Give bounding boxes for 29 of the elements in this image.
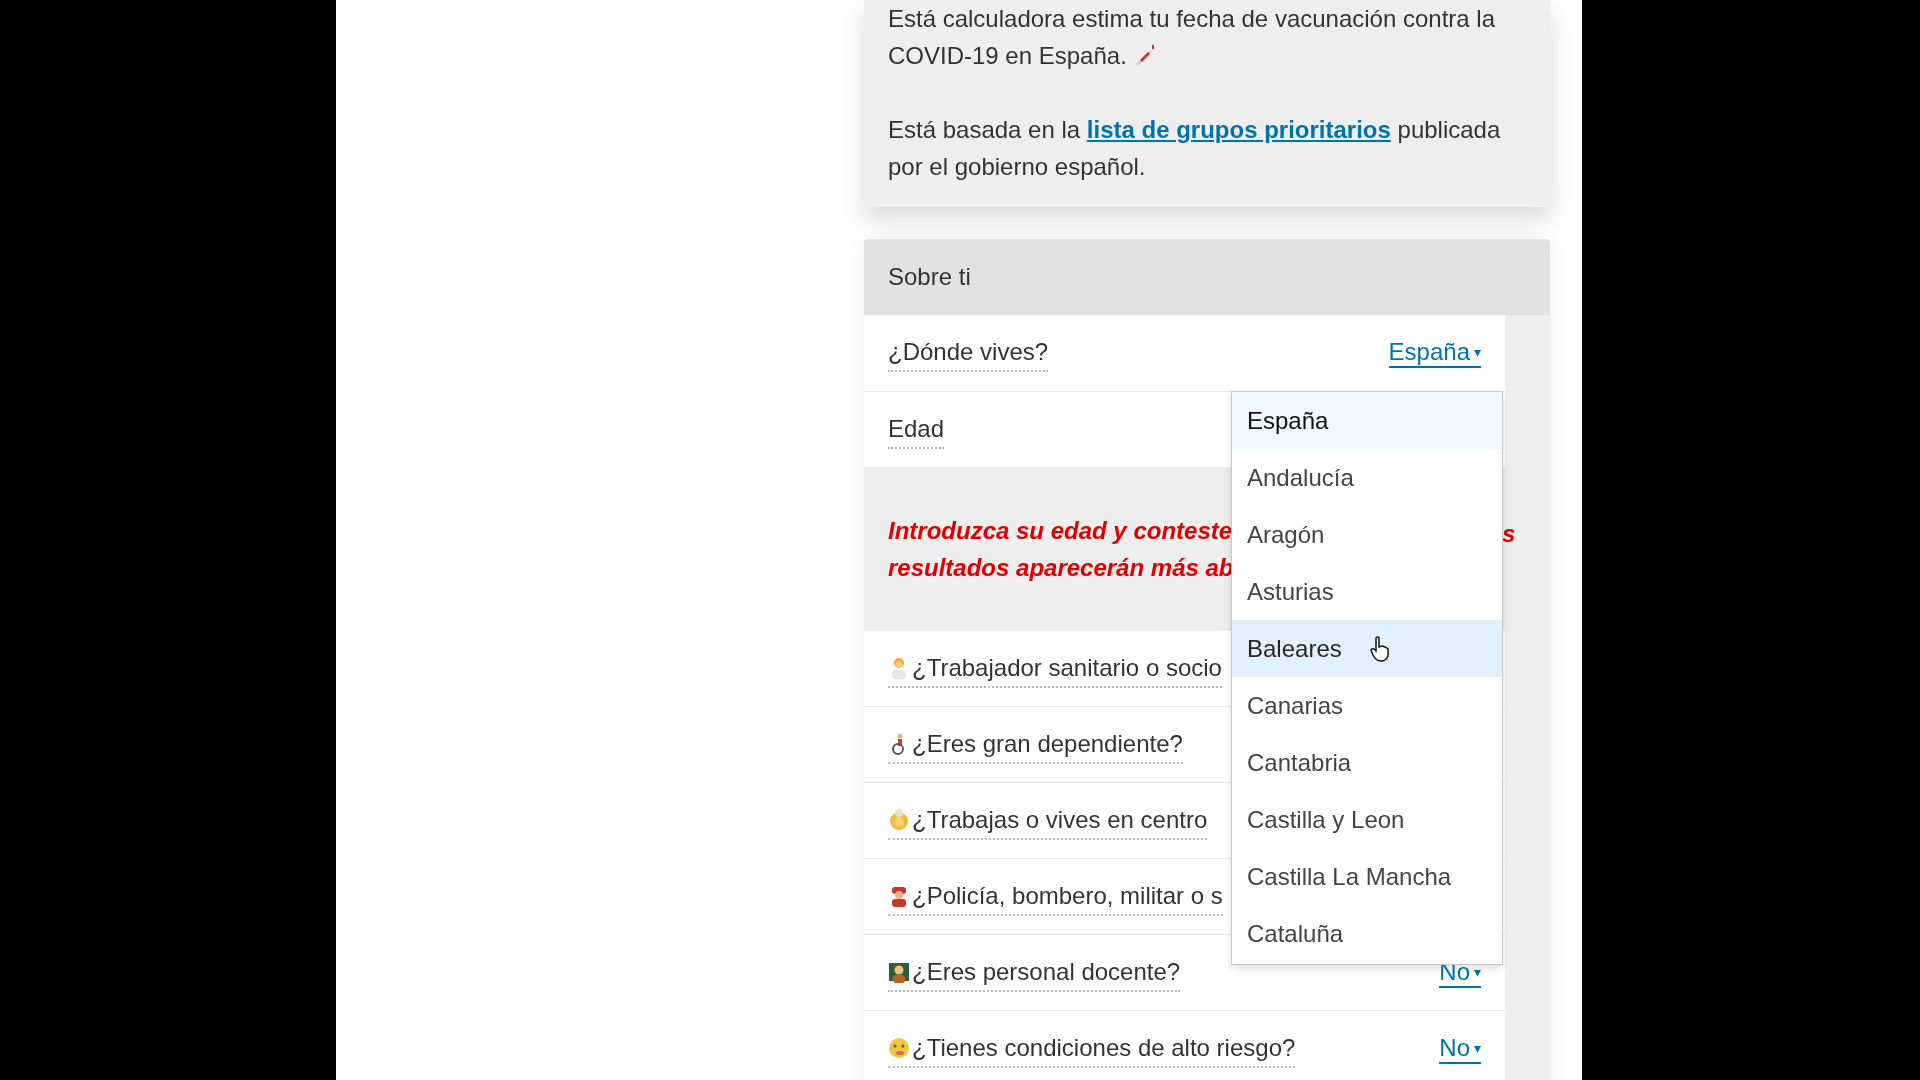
face-icon [888,808,910,831]
intro-text: Está calculadora estima tu fecha de vacunación contra la COVID-19 en España. [888,4,1497,71]
face-icon [888,1036,910,1059]
person-icon [888,960,910,983]
dropdown-option[interactable]: Castilla y Leon [1232,791,1502,848]
section-title: Sobre ti [888,262,971,292]
question-label: Edad [888,410,945,449]
dropdown-option[interactable]: Andalucía [1232,449,1502,506]
dropdown-option[interactable]: Asturias [1232,563,1502,620]
dropdown-option[interactable]: Canarias [1232,677,1502,734]
dropdown-option[interactable]: Baleares [1232,620,1502,677]
dropdown-option[interactable]: Cantabria [1232,734,1502,791]
question-label: ¿Trabajador sanitario o socio [912,652,1222,683]
question-label: ¿Dónde vives? [888,334,1049,372]
intro-text: Está basada en la lista de grupos prioritarios publicada por el gobierno español. [888,115,1502,182]
question-label: ¿Policía, bombero, militar o s [912,880,1223,911]
dropdown-option[interactable]: Aragón [1232,506,1502,563]
question-label: ¿Eres gran dependiente? [912,728,1183,759]
location-select[interactable]: España ▾ [1388,338,1481,368]
question-label: ¿Trabajas o vives en centro [912,804,1208,835]
dropdown-option[interactable]: España [1232,392,1502,449]
warning-text: s [1502,519,1516,549]
hand-cursor-icon [1369,635,1390,662]
answer-select[interactable]: No ▾ [1439,1033,1481,1064]
dropdown-option[interactable]: Castilla La Mancha [1232,848,1502,905]
question-label: ¿Tienes condiciones de alto riesgo? [912,1032,1296,1063]
warning-text: Introduzca su edad y conteste [888,516,1233,546]
question-label: ¿Eres personal docente? [912,956,1181,987]
priority-list-link[interactable]: lista de grupos prioritarios [1086,116,1391,143]
